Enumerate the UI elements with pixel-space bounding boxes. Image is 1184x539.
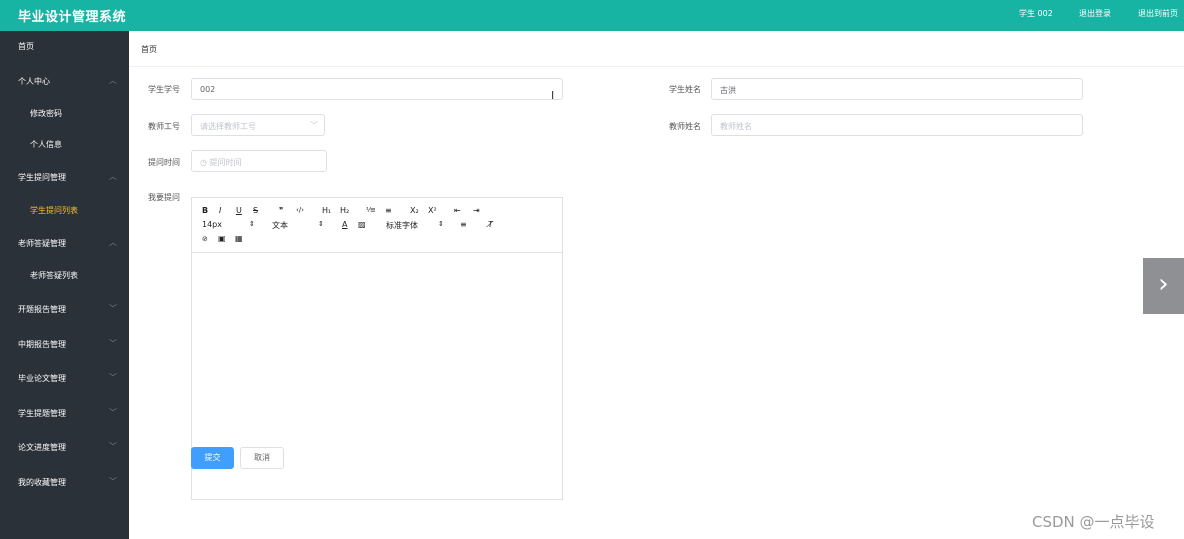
sort-icon: ⇕	[249, 220, 255, 228]
sidebar-item-personal-center[interactable]: 个人中心 ︿	[0, 66, 129, 96]
sidebar-item-midterm-mgmt[interactable]: 中期报告管理 ﹀	[0, 329, 129, 359]
chevron-down-icon: ﹀	[109, 373, 117, 382]
teacher-name-input[interactable]: 教师姓名	[711, 114, 1083, 136]
current-user: 学生 002	[1019, 9, 1053, 18]
sidebar-item-label: 老师答疑管理	[18, 239, 66, 248]
ask-time-placeholder: 提问时间	[209, 158, 242, 167]
chevron-down-icon: ﹀	[109, 339, 117, 348]
code-button[interactable]: ‹/›	[296, 206, 304, 214]
font-color-button[interactable]: A	[342, 220, 347, 229]
sidebar-item-favorites-mgmt[interactable]: 我的收藏管理 ﹀	[0, 467, 129, 497]
sidebar-item-home[interactable]: 首页	[0, 31, 129, 61]
sidebar-item-proposal-mgmt[interactable]: 开题报告管理 ﹀	[0, 294, 129, 324]
teacher-name-label: 教师姓名	[669, 122, 701, 131]
link-button[interactable]: ⊘	[202, 235, 208, 243]
student-name-input[interactable]: 古洪	[711, 78, 1083, 100]
sidebar-item-label: 学生提题管理	[18, 409, 66, 418]
sidebar-item-label: 论文进度管理	[18, 443, 66, 452]
chevron-up-icon: ︿	[109, 172, 117, 181]
sidebar-item-question-mgmt[interactable]: 学生提问管理 ︿	[0, 162, 129, 192]
bold-button[interactable]: B	[202, 206, 208, 215]
submit-button[interactable]: 提交	[191, 447, 234, 469]
breadcrumb[interactable]: 首页	[141, 44, 157, 55]
sidebar-item-question-list[interactable]: 学生提问列表	[0, 195, 129, 225]
ask-time-picker[interactable]: ◷ 提问时间	[191, 150, 327, 172]
chevron-right-icon[interactable]: ›	[1143, 258, 1184, 314]
logout-link[interactable]: 退出登录	[1079, 8, 1111, 19]
superscript-button[interactable]: X²	[428, 206, 437, 215]
teacher-no-label: 教师工号	[148, 122, 180, 131]
italic-button[interactable]: I	[219, 206, 221, 215]
sidebar-item-answer-mgmt[interactable]: 老师答疑管理 ︿	[0, 228, 129, 258]
font-family-select[interactable]: 标准字体	[386, 220, 418, 231]
underline-button[interactable]: U	[236, 206, 242, 215]
sidebar-item-label: 中期报告管理	[18, 340, 66, 349]
image-button[interactable]: ▣	[218, 234, 226, 243]
sidebar-item-answer-list[interactable]: 老师答疑列表	[0, 260, 129, 290]
sidebar-item-label: 个人中心	[18, 77, 50, 86]
chevron-down-icon: ﹀	[310, 121, 318, 130]
sidebar-item-label: 毕业论文管理	[18, 374, 66, 383]
top-header: 毕业设计管理系统 学生 002 退出登录 退出到前页	[0, 0, 1184, 31]
student-name-label: 学生姓名	[669, 85, 701, 94]
chevron-down-icon: ﹀	[109, 442, 117, 451]
sidebar-item-topic-mgmt[interactable]: 学生提题管理 ﹀	[0, 398, 129, 428]
quote-button[interactable]: ❞	[279, 206, 283, 215]
indent-button[interactable]: ⇥	[473, 206, 480, 215]
cancel-button[interactable]: 取消	[240, 447, 284, 469]
strike-button[interactable]: S	[253, 206, 258, 215]
chevron-down-icon: ﹀	[109, 304, 117, 313]
teacher-no-placeholder: 请选择教师工号	[200, 122, 256, 131]
student-no-label: 学生学号	[148, 85, 180, 94]
sidebar-item-label: 学生提问列表	[30, 206, 78, 215]
main-content: 首页 学生学号 002 学生姓名 古洪 教师工号 请选择教师工号 ﹀ 教师姓名 …	[129, 31, 1184, 539]
sidebar-item-thesis-mgmt[interactable]: 毕业论文管理 ﹀	[0, 363, 129, 393]
sidebar-item-change-password[interactable]: 修改密码	[0, 98, 129, 128]
text-cursor-icon: I	[551, 89, 555, 102]
sidebar-item-label: 个人信息	[30, 140, 62, 149]
chevron-down-icon: ﹀	[109, 477, 117, 486]
text-type-select[interactable]: 文本	[272, 220, 288, 231]
ask-time-label: 提问时间	[148, 158, 180, 167]
sidebar-item-progress-mgmt[interactable]: 论文进度管理 ﹀	[0, 432, 129, 462]
ordered-list-button[interactable]: ⅟≡	[366, 206, 376, 214]
sidebar-item-label: 首页	[18, 42, 34, 51]
student-no-input[interactable]: 002	[191, 78, 563, 100]
align-button[interactable]: ≡	[460, 220, 467, 229]
sort-icon: ⇕	[438, 220, 444, 228]
sidebar-item-label: 我的收藏管理	[18, 478, 66, 487]
h2-button[interactable]: H₂	[340, 206, 349, 215]
outdent-button[interactable]: ⇤	[454, 206, 461, 215]
clear-format-button[interactable]: T̸	[488, 220, 493, 229]
video-button[interactable]: ▦	[235, 234, 243, 243]
h1-button[interactable]: H₁	[322, 206, 331, 215]
chevron-down-icon: ﹀	[109, 408, 117, 417]
bullet-list-button[interactable]: ≡	[385, 206, 392, 215]
divider	[129, 66, 1184, 67]
subscript-button[interactable]: X₂	[410, 206, 419, 215]
chevron-up-icon: ︿	[109, 238, 117, 247]
sort-icon: ⇕	[318, 220, 324, 228]
clock-icon: ◷	[200, 158, 210, 167]
sidebar-item-label: 开题报告管理	[18, 305, 66, 314]
sidebar-item-label: 修改密码	[30, 109, 62, 118]
chevron-up-icon: ︿	[109, 76, 117, 85]
watermark: CSDN @一点毕设	[1032, 513, 1155, 531]
background-color-button[interactable]: ▨	[358, 220, 366, 229]
sidebar: 首页 个人中心 ︿ 修改密码 个人信息 学生提问管理 ︿ 学生提问列表 老师答疑…	[0, 31, 129, 539]
exit-to-front-link[interactable]: 退出到前页	[1138, 8, 1178, 19]
sidebar-item-label: 学生提问管理	[18, 173, 66, 182]
question-label: 我要提问	[148, 193, 180, 202]
teacher-no-select[interactable]: 请选择教师工号 ﹀	[191, 114, 325, 136]
font-size-select[interactable]: 14px	[202, 220, 222, 229]
sidebar-item-label: 老师答疑列表	[30, 271, 78, 280]
app-title: 毕业设计管理系统	[18, 10, 127, 25]
sidebar-item-personal-info[interactable]: 个人信息	[0, 129, 129, 159]
editor-toolbar: B I U S ❞ ‹/› H₁ H₂ ⅟≡ ≡ X₂ X² ⇤ ⇥ 14px …	[192, 198, 562, 253]
